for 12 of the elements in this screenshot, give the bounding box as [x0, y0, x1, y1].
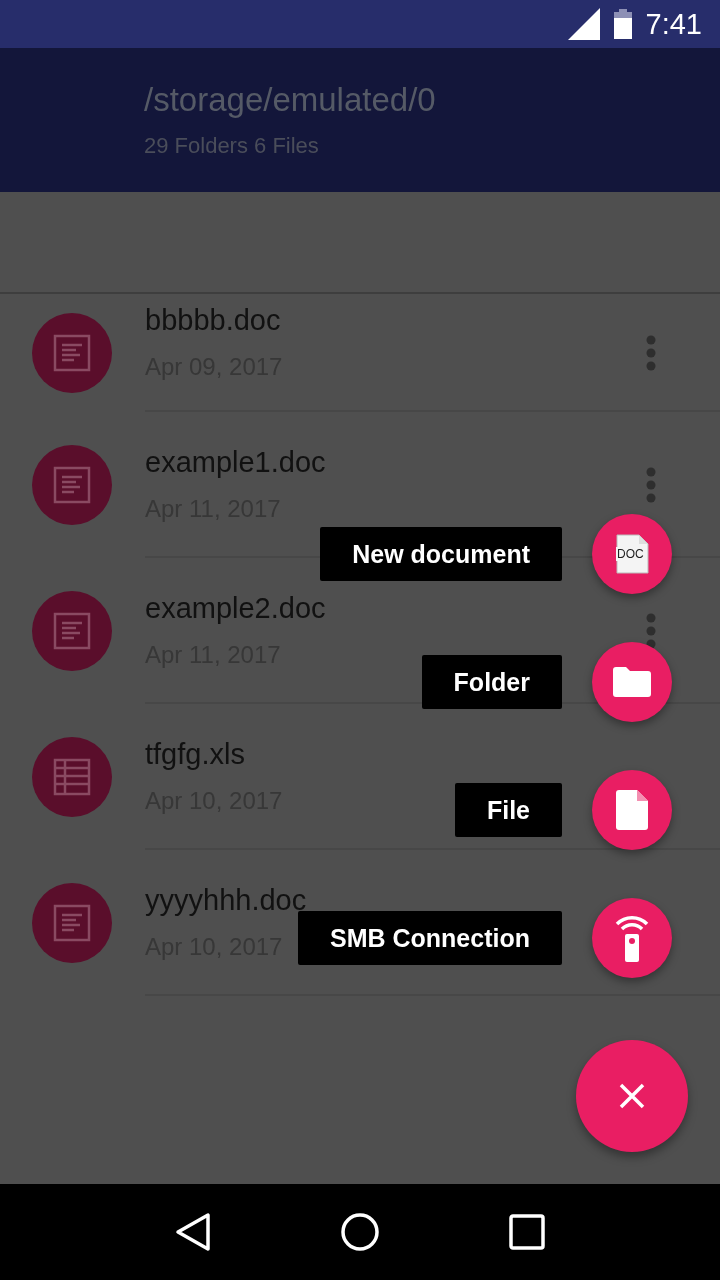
action-label: New document — [320, 527, 562, 581]
action-button[interactable]: DOC — [592, 514, 672, 594]
action-label: SMB Connection — [298, 911, 562, 965]
doc-label: DOC — [616, 547, 645, 561]
action-label: Folder — [421, 655, 562, 709]
file-name: example2.doc — [145, 591, 326, 625]
path-title: /storage/emulated/0 — [144, 81, 437, 119]
file-name: tfgfg.xls — [145, 737, 245, 771]
file-name: bbbbb.doc — [145, 303, 281, 337]
file-name: example1.doc — [145, 445, 326, 479]
clock-time: 7:41 — [645, 7, 702, 41]
action-label: File — [454, 783, 562, 837]
